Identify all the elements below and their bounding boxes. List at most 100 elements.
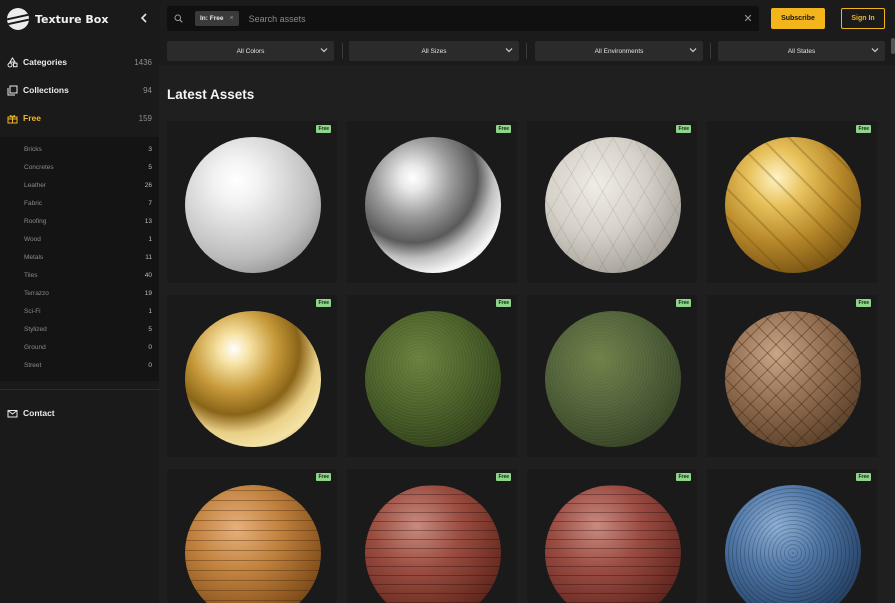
search-input[interactable]: [248, 8, 737, 29]
asset-card[interactable]: Free: [707, 295, 877, 457]
brand[interactable]: Texture Box: [7, 7, 152, 31]
subcategory-item[interactable]: Stylized 5: [24, 323, 152, 335]
environment-filter-dropdown[interactable]: All Environments: [535, 41, 703, 61]
subcategory-label: Stylized: [24, 325, 47, 333]
clear-search-icon[interactable]: ✕: [737, 12, 759, 25]
environment-filter-label: All Environments: [594, 47, 644, 55]
collections-icon: [7, 85, 18, 96]
free-badge: Free: [856, 473, 871, 481]
subcategory-item[interactable]: Tiles 40: [24, 269, 152, 281]
asset-thumbnail: [545, 137, 681, 273]
asset-card[interactable]: Free: [167, 295, 337, 457]
subcategory-count: 5: [148, 325, 152, 333]
color-filter-dropdown[interactable]: All Colors: [167, 41, 334, 61]
filter-separator: [342, 43, 343, 59]
free-badge: Free: [316, 125, 331, 133]
subcategory-item[interactable]: Street 0: [24, 359, 152, 371]
subcategory-label: Fabric: [24, 199, 43, 207]
asset-card[interactable]: Free: [167, 469, 337, 603]
subcategory-label: Ground: [24, 343, 46, 351]
nav-free[interactable]: Free 159: [0, 108, 159, 128]
nav-contact[interactable]: Contact: [0, 403, 159, 423]
free-subcategory-list: Bricks 3 Concretes 5 Leather 26 Fabric 7 Roo…: [0, 137, 159, 381]
sidebar: Texture Box Categories 1436 Collections …: [0, 0, 159, 603]
subcategory-count: 13: [144, 217, 152, 225]
nav-collections-label: Collections: [23, 85, 69, 95]
subcategory-label: Roofing: [24, 217, 47, 225]
subcategory-item[interactable]: Sci-Fi 1: [24, 305, 152, 317]
subcategory-label: Concretes: [24, 163, 54, 171]
asset-card[interactable]: Free: [167, 121, 337, 283]
nav-categories[interactable]: Categories 1436: [0, 52, 159, 72]
asset-card[interactable]: Free: [347, 469, 517, 603]
subcategory-item[interactable]: Metals 11: [24, 251, 152, 263]
subcategory-item[interactable]: Ground 0: [24, 341, 152, 353]
search-filter-chip[interactable]: In: Free ×: [195, 11, 239, 26]
subcategory-count: 0: [148, 361, 152, 369]
search-bar[interactable]: In: Free × ✕: [167, 6, 759, 31]
asset-card[interactable]: Free: [527, 295, 697, 457]
subscribe-button[interactable]: Subscribe: [771, 8, 825, 29]
subcategory-count: 3: [148, 145, 152, 153]
subcategory-label: Leather: [24, 181, 47, 189]
subcategory-label: Street: [24, 361, 42, 369]
subcategory-count: 26: [144, 181, 152, 189]
subcategory-item[interactable]: Terrazzo 19: [24, 287, 152, 299]
search-filter-chip-label: In: Free: [200, 15, 224, 22]
subcategory-label: Bricks: [24, 145, 42, 153]
free-badge: Free: [856, 299, 871, 307]
asset-thumbnail: [185, 137, 321, 273]
subcategory-item[interactable]: Concretes 5: [24, 161, 152, 173]
subcategory-count: 5: [148, 163, 152, 171]
state-filter-dropdown[interactable]: All States: [718, 41, 885, 61]
asset-card[interactable]: Free: [527, 121, 697, 283]
remove-chip-icon[interactable]: ×: [229, 15, 233, 22]
asset-thumbnail: [725, 311, 861, 447]
chevron-down-icon: [505, 46, 513, 56]
free-badge: Free: [676, 125, 691, 133]
nav-free-label: Free: [23, 113, 41, 123]
nav-contact-label: Contact: [23, 408, 55, 418]
asset-thumbnail: [185, 311, 321, 447]
asset-card[interactable]: Free: [347, 295, 517, 457]
subcategory-count: 19: [144, 289, 152, 297]
filter-separator: [710, 43, 711, 59]
asset-thumbnail: [725, 485, 861, 603]
brand-logo-icon: [7, 8, 29, 30]
asset-thumbnail: [185, 485, 321, 603]
subcategory-label: Terrazzo: [24, 289, 49, 297]
asset-card[interactable]: Free: [347, 121, 517, 283]
free-badge: Free: [676, 473, 691, 481]
asset-thumbnail: [545, 311, 681, 447]
asset-thumbnail: [365, 137, 501, 273]
brand-name: Texture Box: [35, 12, 109, 26]
size-filter-dropdown[interactable]: All Sizes: [349, 41, 519, 61]
filter-bar: All Colors All Sizes All Environments Al…: [159, 38, 895, 65]
subcategory-count: 11: [145, 253, 152, 261]
asset-thumbnail: [365, 485, 501, 603]
chevron-down-icon: [320, 46, 328, 56]
subcategory-label: Metals: [24, 253, 44, 261]
subcategory-item[interactable]: Wood 1: [24, 233, 152, 245]
subcategory-item[interactable]: Roofing 13: [24, 215, 152, 227]
free-badge: Free: [676, 299, 691, 307]
nav-categories-count: 1436: [134, 57, 152, 67]
asset-card[interactable]: Free: [527, 469, 697, 603]
asset-card[interactable]: Free: [707, 469, 877, 603]
subcategory-item[interactable]: Leather 26: [24, 179, 152, 191]
subcategory-count: 0: [148, 343, 152, 351]
chevron-down-icon: [871, 46, 879, 56]
collapse-sidebar-icon[interactable]: [136, 9, 152, 29]
nav-categories-label: Categories: [23, 57, 67, 67]
subcategory-item[interactable]: Bricks 3: [24, 143, 152, 155]
nav-free-count: 159: [138, 113, 152, 123]
sign-in-button[interactable]: Sign In: [841, 8, 885, 29]
asset-card[interactable]: Free: [707, 121, 877, 283]
gift-icon: [7, 113, 18, 124]
page-scrollbar[interactable]: [891, 38, 895, 54]
size-filter-label: All Sizes: [421, 47, 447, 55]
nav-collections[interactable]: Collections 94: [0, 80, 159, 100]
sidebar-divider: [0, 389, 159, 390]
subcategory-label: Wood: [24, 235, 41, 243]
subcategory-item[interactable]: Fabric 7: [24, 197, 152, 209]
